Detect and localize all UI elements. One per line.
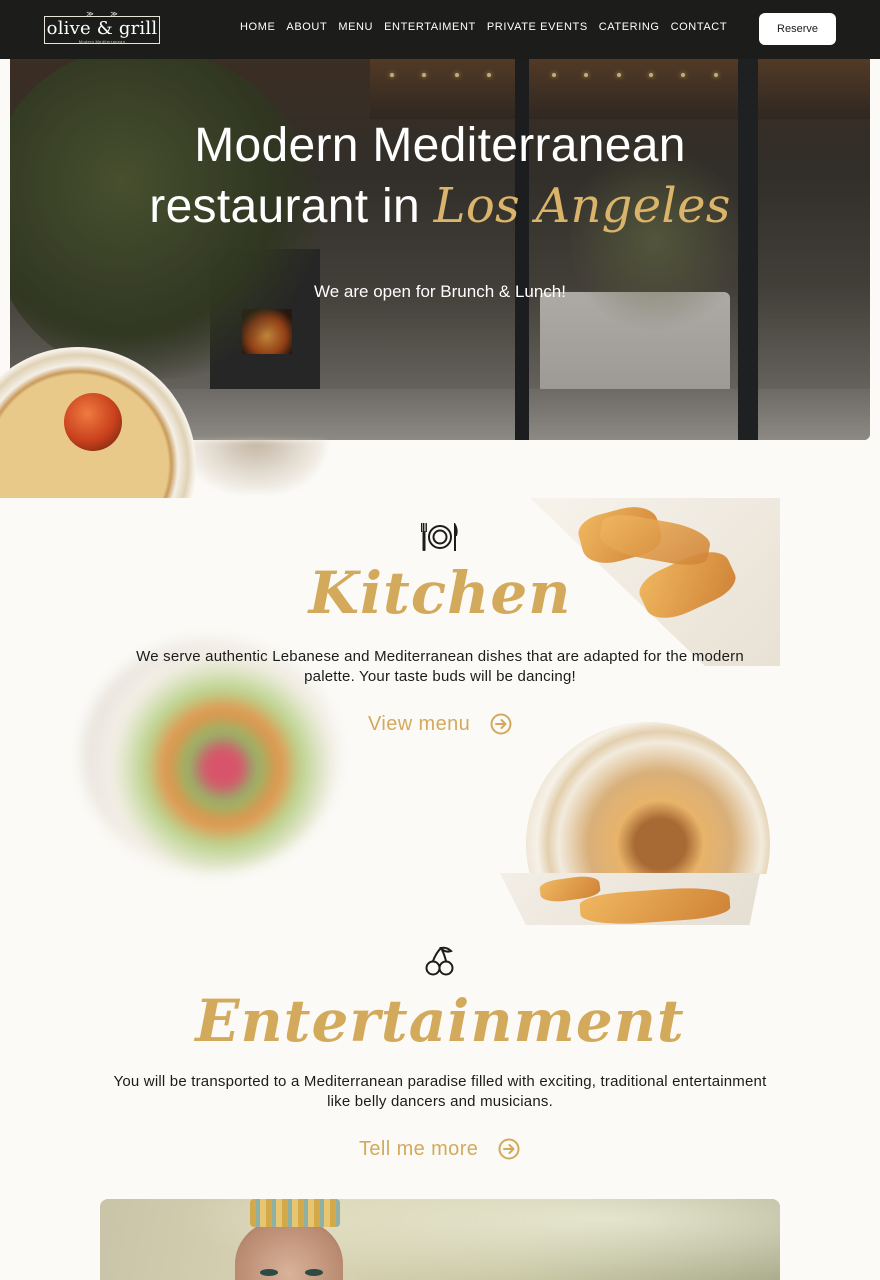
- wheat-icon: ≫: [110, 11, 118, 18]
- grilled-tomato: [64, 393, 122, 451]
- falafel-plate-image: [526, 722, 770, 874]
- wheat-icon: ≫: [86, 11, 94, 18]
- reserve-button[interactable]: Reserve: [759, 13, 836, 45]
- plate-fork-knife-icon: [421, 523, 458, 551]
- belly-dancer-image: [100, 1199, 780, 1280]
- main-menu: HOME ABOUT MENU ENTERTAIMENT PRIVATE EVE…: [240, 21, 727, 34]
- top-navbar: ≫ ≫ olive & grill Modern Mediterranean H…: [0, 0, 880, 59]
- hero-title-line1: Modern Mediterranean: [194, 119, 686, 172]
- hero-title-city: Los Angeles: [433, 178, 731, 234]
- view-menu-link[interactable]: View menu: [368, 712, 512, 736]
- tell-me-more-link[interactable]: Tell me more: [359, 1137, 520, 1161]
- nav-link-private-events[interactable]: PRIVATE EVENTS: [487, 21, 588, 34]
- nav-link-entertainment[interactable]: ENTERTAIMENT: [384, 21, 476, 34]
- logo[interactable]: ≫ ≫ olive & grill Modern Mediterranean: [44, 11, 160, 44]
- hero-subtitle: We are open for Brunch & Lunch!: [313, 282, 566, 301]
- logo-tagline: Modern Mediterranean: [78, 39, 126, 44]
- cherries-icon: [425, 946, 454, 976]
- hero-title: Modern Mediterranean restaurant in Los A…: [0, 116, 880, 237]
- kitchen-title: Kitchen: [308, 559, 572, 627]
- nav-link-catering[interactable]: CATERING: [599, 21, 660, 34]
- entertainment-title: Entertainment: [195, 987, 685, 1055]
- arrow-right-circle-icon: [490, 713, 512, 735]
- kitchen-description: We serve authentic Lebanese and Mediterr…: [136, 648, 744, 685]
- nav-link-contact[interactable]: CONTACT: [671, 21, 728, 34]
- blurred-dish-image: [186, 440, 326, 492]
- hero-title-line2: restaurant in Los Angeles: [149, 178, 731, 234]
- nav-link-home[interactable]: HOME: [240, 21, 275, 34]
- nav-link-menu[interactable]: MENU: [338, 21, 373, 34]
- headpiece: [250, 1199, 340, 1227]
- entertainment-description: You will be transported to a Mediterrane…: [113, 1073, 767, 1110]
- nav-link-about[interactable]: ABOUT: [286, 21, 327, 34]
- arrow-right-circle-icon: [498, 1138, 520, 1160]
- logo-text: olive & grill: [46, 18, 158, 39]
